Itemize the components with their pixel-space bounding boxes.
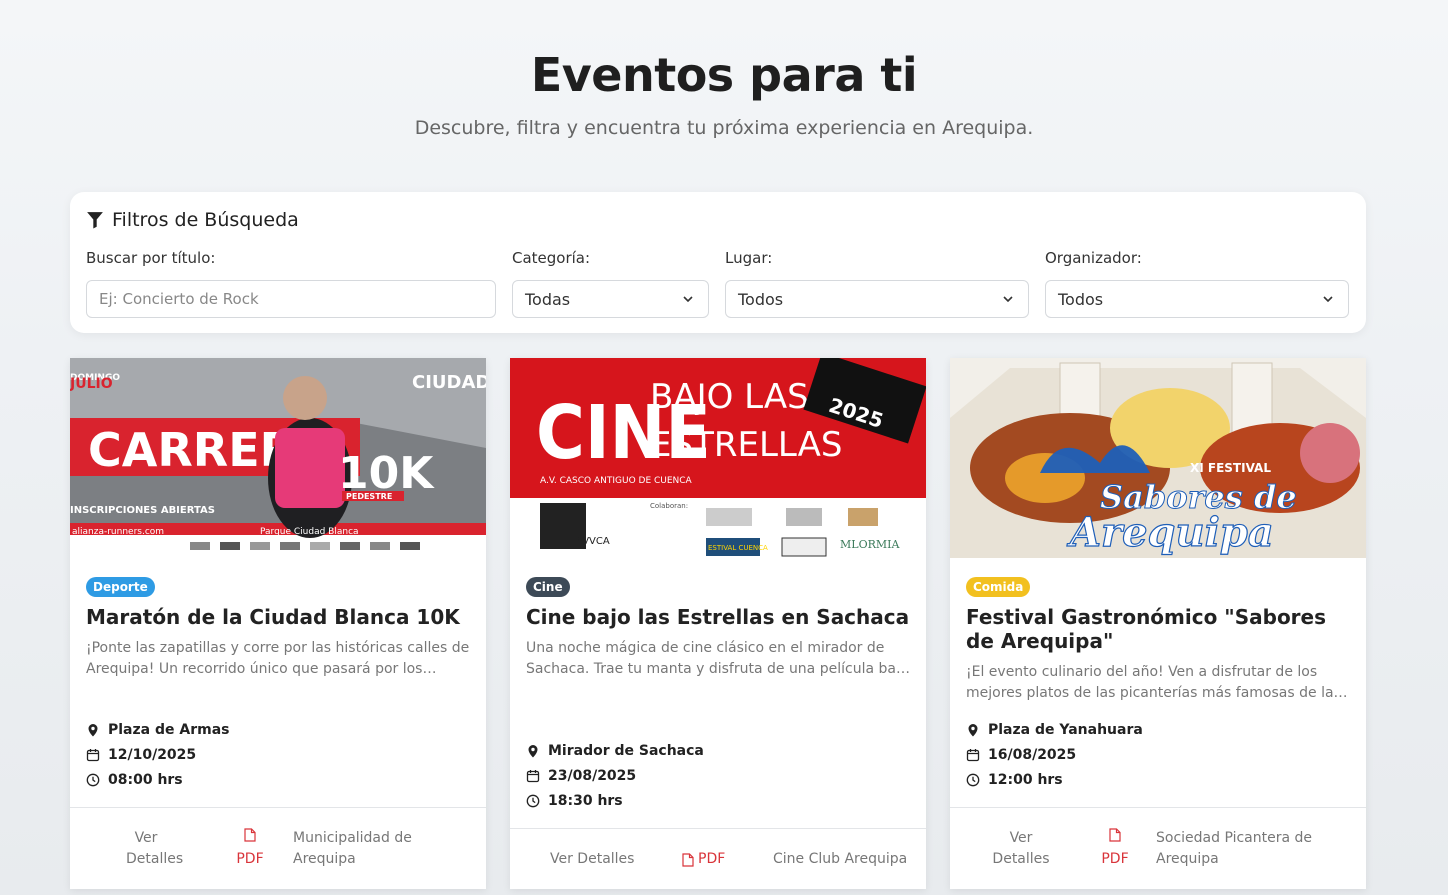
event-place-text: Plaza de Yanahuara — [988, 722, 1143, 738]
image-text-julio: JULIO — [70, 376, 113, 392]
search-label: Buscar por título: — [86, 249, 216, 267]
filters-panel: Filtros de Búsqueda Buscar por título: E… — [70, 192, 1366, 333]
event-date: 12/10/2025 — [86, 745, 196, 765]
category-value: Todas — [525, 289, 571, 309]
category-select[interactable]: Todas — [512, 280, 709, 318]
location-pin-icon — [968, 724, 978, 737]
event-place: Plaza de Armas — [86, 720, 229, 740]
category-badge: Deporte — [86, 577, 155, 597]
image-text-parque: Parque Ciudad Blanca — [260, 527, 359, 537]
chevron-down-icon — [1003, 296, 1013, 303]
card-footer: Ver Detalles PDF Municipalidad de Arequi… — [70, 807, 486, 889]
calendar-icon — [86, 749, 100, 762]
event-date: 23/08/2025 — [526, 766, 636, 786]
event-place: Mirador de Sachaca — [526, 741, 704, 761]
image-text-estrellas: ESTRELLAS — [650, 425, 842, 465]
event-description: Una noche mágica de cine clásico en el m… — [526, 640, 909, 677]
pdf-label: PDF — [1101, 851, 1129, 867]
filter-icon — [87, 212, 103, 229]
organizer-name: Municipalidad de Arequipa — [293, 830, 412, 867]
image-text-web: alianza-runners.com — [72, 527, 164, 537]
event-card[interactable]: CINE BAJO LAS ESTRELLAS 2025 A.V. CASCO … — [510, 358, 926, 889]
organizer-value: Todos — [1058, 289, 1104, 309]
event-time: 08:00 hrs — [86, 770, 183, 790]
image-text-address: A.V. CASCO ANTIGUO DE CUENCA — [540, 476, 693, 486]
organizer-name: Cine Club Arequipa — [773, 851, 908, 867]
location-pin-icon — [88, 724, 98, 737]
filters-heading: Filtros de Búsqueda — [86, 208, 299, 232]
pdf-link[interactable]: PDF — [229, 828, 271, 870]
chevron-down-icon — [683, 296, 693, 303]
image-text-inscripciones: INSCRIPCIONES ABIERTAS — [70, 505, 215, 516]
image-text-ciudad: CIUDAD — [412, 372, 486, 393]
pdf-icon — [682, 852, 694, 867]
category-label: Categoría: — [512, 249, 591, 267]
event-time: 12:00 hrs — [966, 770, 1063, 790]
calendar-icon — [526, 770, 540, 783]
event-card[interactable]: DOMINGO JULIO CIUDAD CARRERA 10K PEDESTR… — [70, 358, 486, 889]
event-place: Plaza de Yanahuara — [966, 720, 1143, 740]
event-date-text: 16/08/2025 — [988, 747, 1077, 763]
details-link[interactable]: Ver Detalles — [986, 828, 1056, 870]
filters-title: Filtros de Búsqueda — [112, 209, 299, 231]
organizer-label: Organizador: — [1045, 249, 1142, 267]
place-label: Lugar: — [725, 249, 773, 267]
pdf-icon — [1109, 828, 1121, 842]
event-title: Cine bajo las Estrellas en Sachaca — [526, 605, 910, 629]
details-link[interactable]: Ver Detalles — [126, 828, 183, 870]
organizer-select[interactable]: Todos — [1045, 280, 1349, 318]
category-badge: Cine — [526, 577, 570, 597]
page-title: Eventos para ti — [530, 48, 918, 102]
image-text-bajo: BAJO LAS — [650, 377, 809, 417]
event-title: Maratón de la Ciudad Blanca 10K — [86, 605, 460, 629]
pdf-link[interactable]: PDF — [682, 849, 725, 870]
event-date-text: 23/08/2025 — [548, 768, 637, 784]
location-pin-icon — [528, 745, 538, 758]
pdf-label: PDF — [698, 851, 726, 867]
image-text-mlormia: MLORMIA — [840, 538, 900, 551]
event-description: ¡El evento culinario del año! Ven a disf… — [966, 664, 1334, 701]
search-placeholder: Ej: Concierto de Rock — [99, 290, 259, 308]
event-card[interactable]: XI FESTIVAL Sabores de Arequipa Comida F… — [950, 358, 1366, 889]
event-image: XI FESTIVAL Sabores de Arequipa — [950, 358, 1366, 558]
event-time: 18:30 hrs — [526, 791, 623, 811]
details-link[interactable]: Ver Detalles — [550, 849, 634, 870]
clock-icon — [526, 794, 540, 808]
image-text-xi: XI FESTIVAL — [1190, 461, 1271, 475]
card-footer: Ver Detalles PDF Sociedad Picantera de A… — [950, 807, 1366, 889]
pdf-link[interactable]: PDF — [1094, 828, 1136, 870]
pdf-label: PDF — [236, 851, 264, 867]
image-text-avvca: AVVCA — [576, 536, 610, 547]
image-text-arequipa: Arequipa — [1066, 509, 1274, 556]
place-select[interactable]: Todos — [725, 280, 1029, 318]
event-time-text: 12:00 hrs — [988, 772, 1063, 788]
category-badge: Comida — [966, 577, 1031, 597]
card-footer: Ver Detalles PDF Cine Club Arequipa — [510, 828, 926, 889]
pdf-icon — [244, 828, 256, 842]
calendar-icon — [966, 749, 980, 762]
event-place-text: Mirador de Sachaca — [548, 743, 704, 759]
event-image: DOMINGO JULIO CIUDAD CARRERA 10K PEDESTR… — [70, 358, 486, 558]
chevron-down-icon — [1323, 296, 1333, 303]
event-title: Festival Gastronómico "Sabores de Arequi… — [966, 605, 1327, 653]
page-subtitle: Descubre, filtra y encuentra tu próxima … — [414, 117, 1034, 139]
clock-icon — [86, 773, 100, 787]
event-date: 16/08/2025 — [966, 745, 1076, 765]
event-date-text: 12/10/2025 — [108, 747, 197, 763]
image-text-colaboran: Colaboran: — [650, 502, 688, 510]
image-text-festival: ESTIVAL CUENCA — [708, 544, 768, 552]
search-input[interactable]: Ej: Concierto de Rock — [86, 280, 496, 318]
event-image: CINE BAJO LAS ESTRELLAS 2025 A.V. CASCO … — [510, 358, 926, 558]
place-value: Todos — [738, 289, 784, 309]
event-description: ¡Ponte las zapatillas y corre por las hi… — [86, 640, 470, 677]
organizer-name: Sociedad Picantera de Arequipa — [1156, 830, 1313, 867]
event-time-text: 18:30 hrs — [548, 793, 623, 809]
event-time-text: 08:00 hrs — [108, 772, 183, 788]
image-text-pedestre: PEDESTRE — [346, 492, 392, 501]
clock-icon — [966, 773, 980, 787]
event-place-text: Plaza de Armas — [108, 722, 230, 738]
